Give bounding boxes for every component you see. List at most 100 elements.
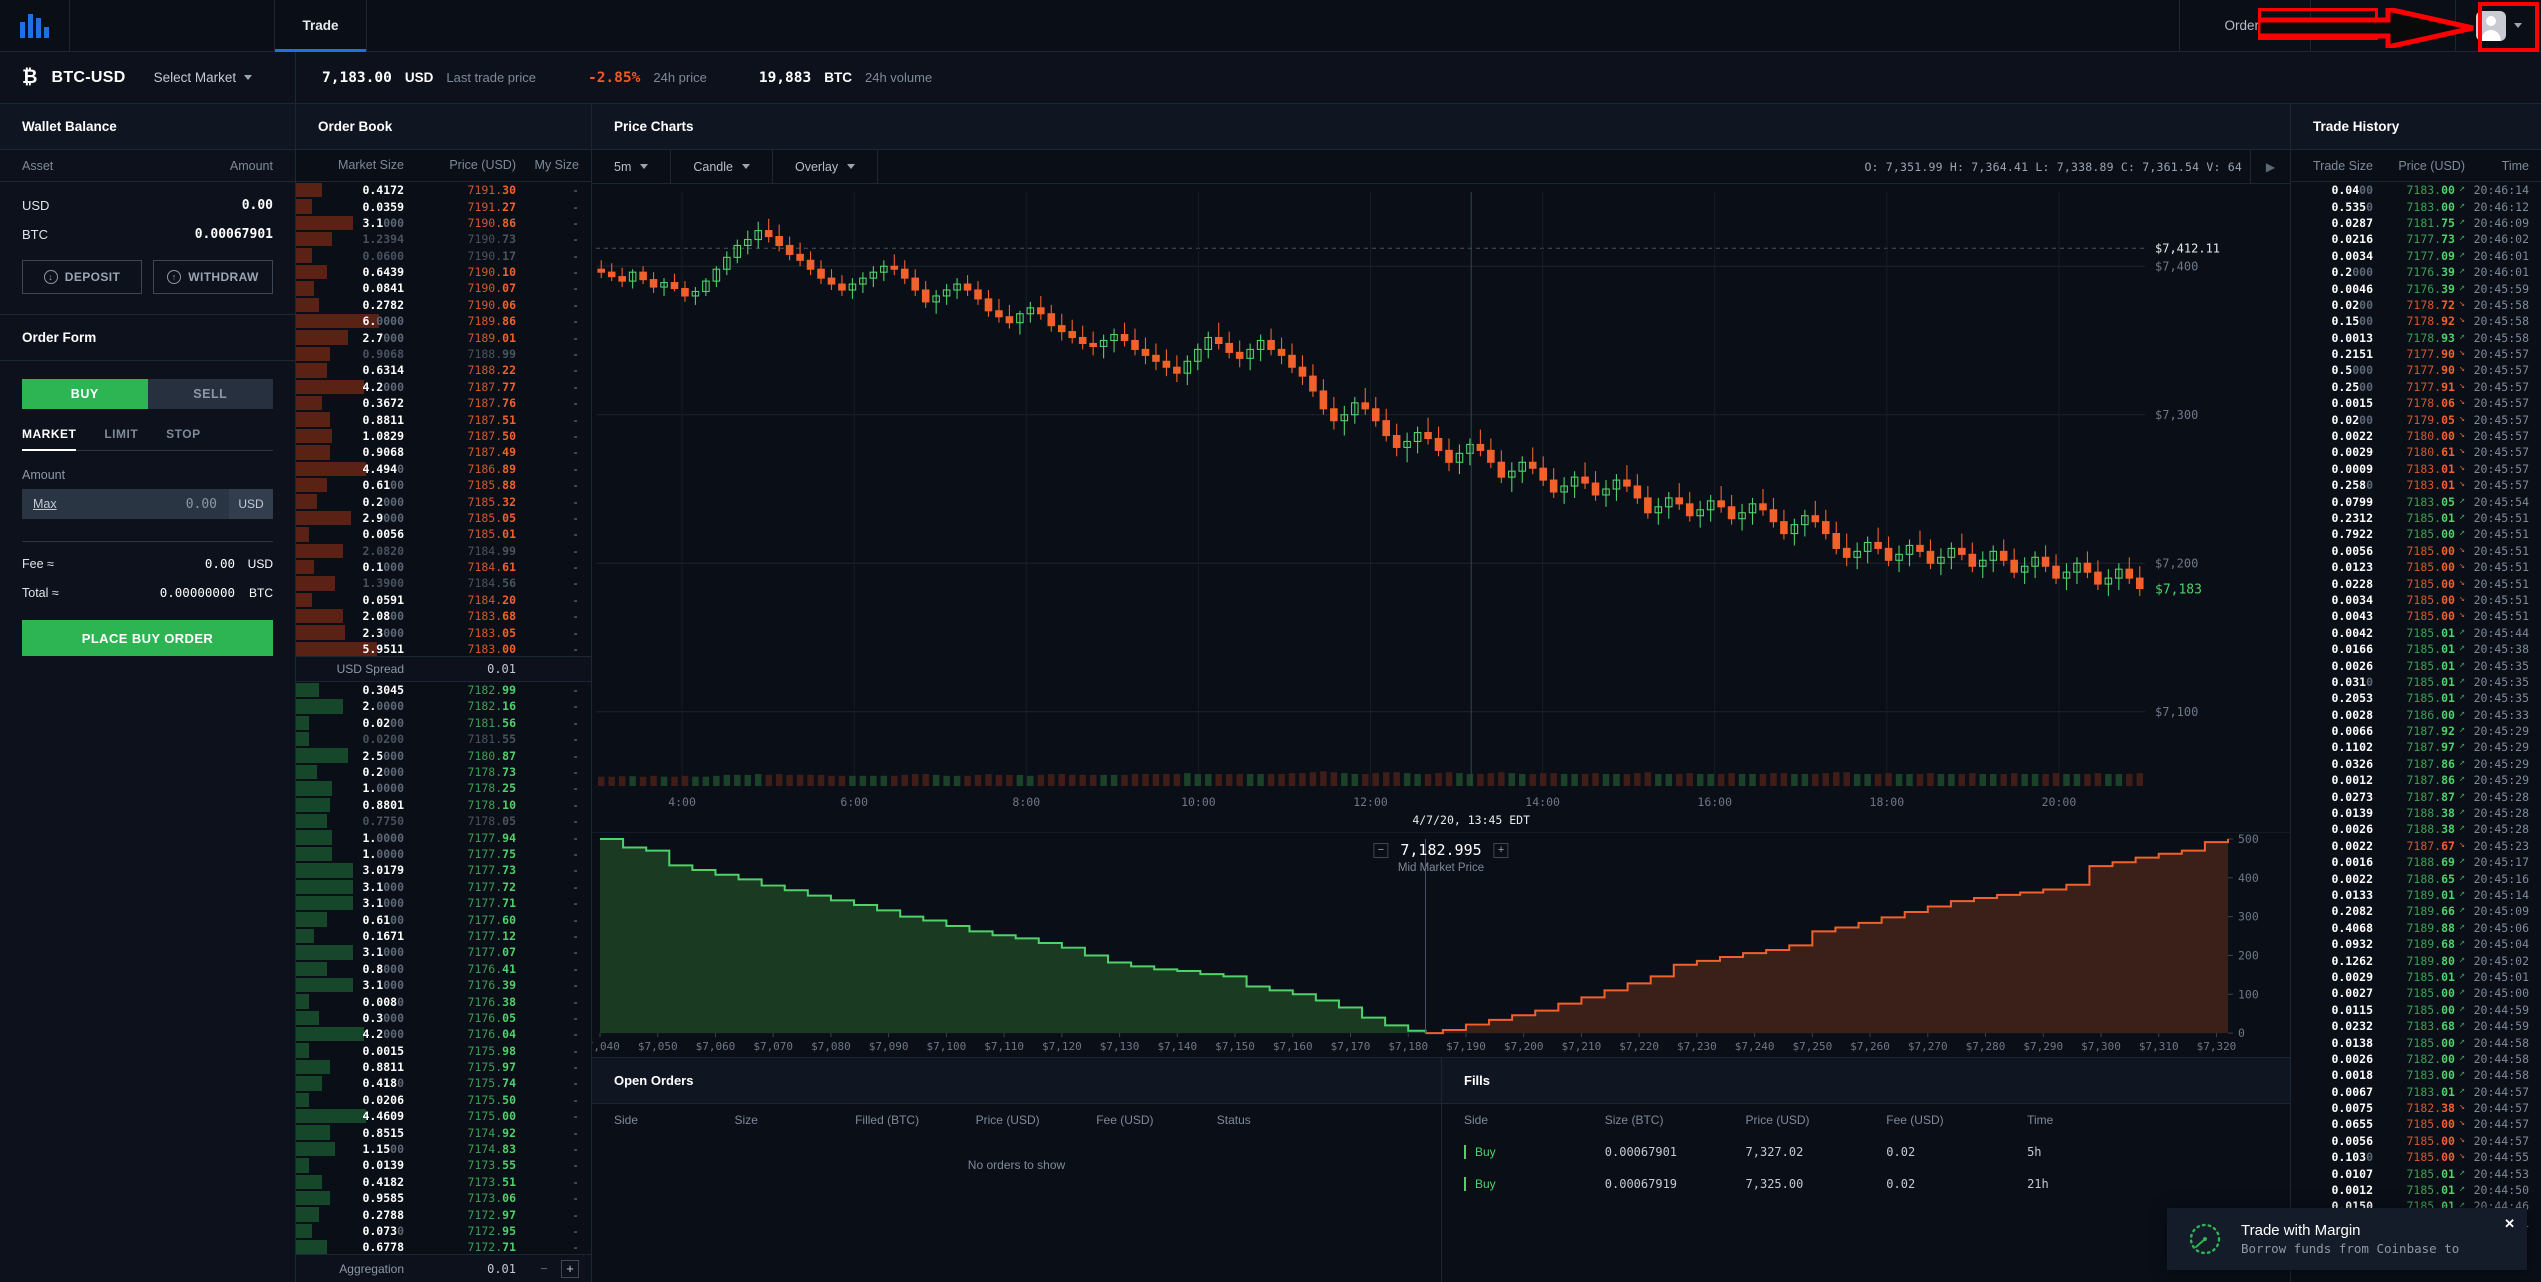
order-book-row[interactable]: 0.0206 7175.50 - (296, 1092, 591, 1108)
buy-tab[interactable]: BUY (22, 379, 148, 409)
place-buy-order-button[interactable]: PLACE BUY ORDER (22, 620, 273, 656)
order-book-row[interactable]: 3.1000 7177.71 - (296, 895, 591, 911)
withdraw-button[interactable]: ↑ WITHDRAW (153, 260, 273, 294)
select-market-dropdown[interactable]: Select Market (154, 70, 253, 85)
order-book-row[interactable]: 4.2000 7176.04 - (296, 1026, 591, 1042)
order-book-row[interactable]: 1.2394 7190.73 - (296, 231, 591, 247)
order-book-row[interactable]: 0.4172 7191.30 - (296, 182, 591, 198)
order-book-row[interactable]: 0.6439 7190.10 - (296, 264, 591, 280)
order-book-row[interactable]: 0.0200 7181.55 - (296, 731, 591, 747)
order-book-row[interactable]: 0.8811 7187.51 - (296, 411, 591, 427)
chart-overlay-dropdown[interactable]: Overlay (773, 150, 879, 183)
order-book-row[interactable]: 3.1000 7190.86 - (296, 215, 591, 231)
order-book-row[interactable]: 0.6314 7188.22 - (296, 362, 591, 378)
order-book-row[interactable]: 0.4180 7175.74 - (296, 1075, 591, 1091)
order-book-row[interactable]: 0.1000 7184.61 - (296, 559, 591, 575)
order-book-row[interactable]: 2.0820 7184.99 - (296, 543, 591, 559)
sell-tab[interactable]: SELL (147, 379, 273, 409)
trade-size: 0.0034 (2331, 592, 2373, 607)
order-book-row[interactable]: 0.0841 7190.07 - (296, 280, 591, 296)
order-book-row[interactable]: 5.9511 7183.00 - (296, 641, 591, 656)
order-book-row[interactable]: 0.8811 7175.97 - (296, 1059, 591, 1075)
order-book-row[interactable]: 0.3000 7176.05 - (296, 1010, 591, 1026)
order-book-row[interactable]: 3.1000 7176.39 - (296, 977, 591, 993)
app-logo[interactable] (0, 0, 70, 51)
chart-type-dropdown[interactable]: Candle (671, 150, 773, 183)
order-book-row[interactable]: 3.1000 7177.72 - (296, 879, 591, 895)
order-book-row[interactable]: 0.0200 7181.56 - (296, 715, 591, 731)
trade-history-rows[interactable]: 0.0400 7183.00 ↗ 20:46:14 0.5350 7183.00 ↗ 20:4… (2291, 182, 2541, 1282)
order-book-row[interactable]: 0.9068 7188.99 - (296, 346, 591, 362)
order-book-row[interactable]: 4.4940 7186.89 - (296, 461, 591, 477)
order-book-row[interactable]: 0.8801 7178.10 - (296, 797, 591, 813)
order-book-row[interactable]: 1.0000 7177.94 - (296, 829, 591, 845)
order-type-market[interactable]: MARKET (22, 427, 77, 451)
order-book-row[interactable]: 2.3000 7183.05 - (296, 624, 591, 640)
order-book-row[interactable]: 2.0000 7182.16 - (296, 698, 591, 714)
order-book-my-size: - (572, 1092, 579, 1107)
order-book-row[interactable]: 4.4609 7175.00 - (296, 1108, 591, 1124)
svg-text:10:00: 10:00 (1181, 795, 1216, 809)
order-book-row[interactable]: 0.2000 7185.32 - (296, 493, 591, 509)
order-book-row[interactable]: 0.3045 7182.99 - (296, 682, 591, 698)
order-book-row[interactable]: 0.9068 7187.49 - (296, 444, 591, 460)
aggregation-increase-button[interactable]: + (561, 1259, 579, 1278)
order-book-row[interactable]: 1.0000 7178.25 - (296, 780, 591, 796)
order-book-row[interactable]: 1.3900 7184.56 - (296, 575, 591, 591)
order-book-row[interactable]: 0.0015 7175.98 - (296, 1042, 591, 1058)
depth-zoom-out-button[interactable]: − (1373, 842, 1389, 858)
margin-promo-toast[interactable]: Trade with Margin Borrow funds from Coin… (2167, 1208, 2527, 1270)
nav-tab-trade[interactable]: Trade (275, 0, 367, 52)
order-book-row[interactable]: 0.0730 7172.95 - (296, 1223, 591, 1239)
order-book-row[interactable]: 0.6100 7185.88 - (296, 477, 591, 493)
order-book-row[interactable]: 1.1500 7174.83 - (296, 1141, 591, 1157)
order-book-row[interactable]: 4.2000 7187.77 - (296, 379, 591, 395)
order-book-asks[interactable]: 0.4172 7191.30 - 0.0359 7191.27 - 3.1000 7190.8… (296, 182, 591, 656)
order-book-row[interactable]: 0.2788 7172.97 - (296, 1206, 591, 1222)
order-book-row[interactable]: 0.0359 7191.27 - (296, 198, 591, 214)
nav-link-portfolios[interactable]: Portfolios (2309, 0, 2455, 51)
amount-input[interactable]: 0.00 (57, 497, 229, 512)
depth-chart[interactable]: − 7,182.995 + Mid Market Price 0 100 200 30… (580, 832, 2290, 1057)
order-book-row[interactable]: 0.2000 7178.73 - (296, 764, 591, 780)
play-triangle-icon[interactable]: ▶ (2250, 150, 2290, 183)
order-book-row[interactable]: 1.0000 7177.75 - (296, 846, 591, 862)
order-book-row[interactable]: 0.0080 7176.38 - (296, 993, 591, 1009)
order-book-row[interactable]: 0.6778 7172.71 - (296, 1239, 591, 1254)
order-book-row[interactable]: 0.0591 7184.20 - (296, 592, 591, 608)
nav-link-orders[interactable]: Orders (2179, 0, 2309, 51)
chart-interval-dropdown[interactable]: 5m (592, 150, 672, 183)
order-type-limit[interactable]: LIMIT (104, 427, 138, 450)
order-book-row[interactable]: 0.7750 7178.05 - (296, 813, 591, 829)
order-book-row[interactable]: 2.9000 7185.05 - (296, 510, 591, 526)
order-book-row[interactable]: 3.1000 7177.07 - (296, 944, 591, 960)
order-type-stop[interactable]: STOP (166, 427, 200, 450)
order-book-row[interactable]: 2.0800 7183.68 - (296, 608, 591, 624)
order-book-row[interactable]: 1.0829 7187.50 - (296, 428, 591, 444)
order-book-row[interactable]: 0.1671 7177.12 - (296, 928, 591, 944)
candlestick-chart[interactable]: $7,412.11 $7,400 $7,300 $7,200 $7,100 4:00 6:0… (592, 184, 2290, 832)
order-book-row[interactable]: 2.7000 7189.01 - (296, 329, 591, 345)
order-book-row[interactable]: 0.8000 7176.41 - (296, 961, 591, 977)
account-menu-button[interactable] (2455, 0, 2541, 51)
order-book-row[interactable]: 6.0000 7189.86 - (296, 313, 591, 329)
depth-zoom-in-button[interactable]: + (1493, 842, 1509, 858)
deposit-button[interactable]: ↓ DEPOSIT (22, 260, 142, 294)
order-book-row[interactable]: 0.4182 7173.51 - (296, 1174, 591, 1190)
order-book-row[interactable]: 0.9585 7173.06 - (296, 1190, 591, 1206)
order-book-bids[interactable]: 0.3045 7182.99 - 2.0000 7182.16 - 0.0200 7181.5… (296, 682, 591, 1254)
order-book-row[interactable]: 0.2782 7190.06 - (296, 297, 591, 313)
close-x-icon[interactable]: ✕ (2504, 1216, 2515, 1232)
order-book-row[interactable]: 0.0139 7173.55 - (296, 1157, 591, 1173)
order-book-row[interactable]: 0.6100 7177.60 - (296, 911, 591, 927)
order-book-row[interactable]: 0.0056 7185.01 - (296, 526, 591, 542)
order-book-row[interactable]: 0.8515 7174.92 - (296, 1124, 591, 1140)
order-book-row[interactable]: 2.5000 7180.87 - (296, 747, 591, 763)
aggregation-decrease-button[interactable]: − (535, 1260, 553, 1278)
order-book-row[interactable]: 0.3672 7187.76 - (296, 395, 591, 411)
order-book-row[interactable]: 0.0600 7190.17 - (296, 247, 591, 263)
amount-max-link[interactable]: Max (22, 497, 57, 511)
market-selector[interactable]: ₿ BTC-USD Select Market (0, 52, 296, 103)
amount-input-group[interactable]: Max 0.00 USD (22, 489, 273, 519)
order-book-row[interactable]: 3.0179 7177.73 - (296, 862, 591, 878)
